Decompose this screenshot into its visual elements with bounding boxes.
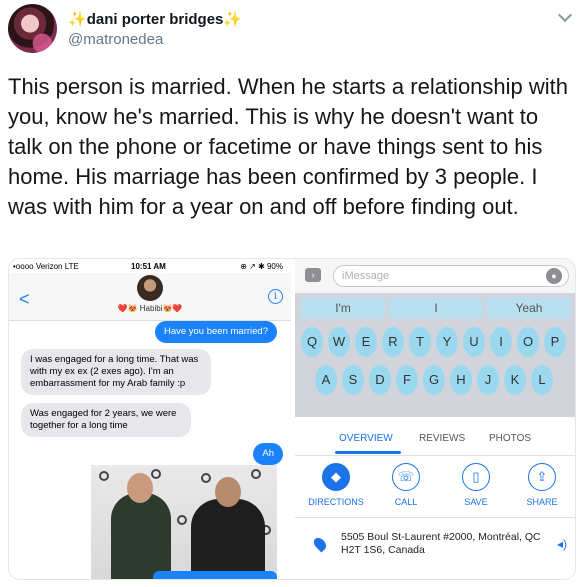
logo-icon — [201, 473, 211, 483]
key: K — [504, 365, 526, 395]
call-label: CALL — [394, 497, 418, 507]
save-action: ▯ SAVE — [441, 463, 511, 507]
directions-icon: ◆ — [322, 463, 350, 491]
tab-overview: OVERVIEW — [339, 433, 393, 444]
message-bubble: Ah — [253, 443, 283, 465]
chevron-down-icon[interactable] — [557, 7, 573, 23]
key: D — [369, 365, 391, 395]
tweet-text: This person is married. When he starts a… — [8, 74, 569, 219]
key: A — [315, 365, 337, 395]
conversation-header: < ❤️😻 Habibi😻❤️ i — [9, 273, 291, 321]
tweet-media[interactable]: •oooo Verizon LTE 10:51 AM ⊕ ↗ ✱ 90% < ❤… — [8, 258, 576, 580]
key: E — [355, 327, 377, 357]
place-tabs: OVERVIEW REVIEWS PHOTOS — [295, 423, 575, 447]
key: I — [490, 327, 512, 357]
logo-icon — [177, 515, 187, 525]
save-label: SAVE — [464, 497, 488, 507]
tab-reviews: REVIEWS — [419, 433, 466, 444]
info-icon: i — [268, 289, 283, 304]
tab-photos: PHOTOS — [489, 433, 532, 444]
message-input-bar: › iMessage ● — [295, 259, 575, 293]
carrier-label: •oooo Verizon LTE — [13, 262, 79, 271]
sparkle-icon: ✨ — [68, 11, 87, 28]
directions-action: ◆ DIRECTIONS — [301, 463, 371, 507]
person-right — [191, 477, 265, 579]
suggestion: I — [389, 297, 483, 319]
contact-avatar — [137, 275, 163, 301]
key: W — [328, 327, 350, 357]
phone-icon: ☏ — [392, 463, 420, 491]
contact-name: ❤️😻 Habibi😻❤️ — [117, 304, 183, 313]
active-tab-indicator — [335, 451, 401, 454]
keyboard: › iMessage ● I'm I Yeah Q W E R T Y U I … — [295, 259, 575, 417]
message-bubble-partial — [153, 571, 277, 579]
sparkle-icon: ✨ — [223, 11, 243, 28]
place-address: 5505 Boul St-Laurent #2000, Montréal, QC… — [341, 531, 541, 556]
user-handle[interactable]: @matronedea — [68, 31, 163, 48]
microphone-icon: ● — [546, 268, 562, 284]
divider — [295, 455, 575, 456]
user-avatar[interactable] — [8, 4, 57, 53]
suggestion: Yeah — [487, 297, 571, 319]
key: U — [463, 327, 485, 357]
logo-icon — [99, 471, 109, 481]
keyboard-maps-screenshot[interactable]: › iMessage ● I'm I Yeah Q W E R T Y U I … — [295, 259, 575, 579]
speaker-icon: ◂) — [556, 537, 567, 551]
message-bubble: I was engaged for a long time. That was … — [21, 349, 211, 395]
key: O — [517, 327, 539, 357]
message-bubble: Have you been married? — [154, 321, 277, 343]
status-time: 10:51 AM — [131, 262, 166, 271]
key: P — [544, 327, 566, 357]
status-bar: •oooo Verizon LTE 10:51 AM ⊕ ↗ ✱ 90% — [9, 259, 291, 273]
maps-place-panel: OVERVIEW REVIEWS PHOTOS ◆ DIRECTIONS ☏ C… — [295, 417, 575, 579]
key: F — [396, 365, 418, 395]
divider — [295, 517, 575, 518]
key: S — [342, 365, 364, 395]
logo-icon — [151, 469, 161, 479]
key: Q — [301, 327, 323, 357]
apps-arrow-icon: › — [305, 268, 321, 282]
directions-label: DIRECTIONS — [308, 497, 364, 507]
key: Y — [436, 327, 458, 357]
key: G — [423, 365, 445, 395]
bookmark-icon: ▯ — [462, 463, 490, 491]
imessage-input: iMessage ● — [333, 265, 569, 287]
logo-icon — [251, 469, 261, 479]
display-name[interactable]: ✨dani porter bridges✨ — [68, 10, 242, 28]
suggestion: I'm — [301, 297, 385, 319]
key: J — [477, 365, 499, 395]
share-label: SHARE — [526, 497, 558, 507]
share-action: ⇪ SHARE — [507, 463, 575, 507]
share-icon: ⇪ — [528, 463, 556, 491]
key: H — [450, 365, 472, 395]
key: R — [382, 327, 404, 357]
message-bubble: Was engaged for 2 years, we were togethe… — [21, 403, 191, 437]
person-left — [111, 473, 171, 579]
key: L — [531, 365, 553, 395]
shared-photo — [91, 465, 277, 579]
call-action: ☏ CALL — [371, 463, 441, 507]
battery-status: ⊕ ↗ ✱ 90% — [240, 262, 283, 271]
messages-screenshot[interactable]: •oooo Verizon LTE 10:51 AM ⊕ ↗ ✱ 90% < ❤… — [9, 259, 291, 579]
location-pin-icon — [311, 535, 329, 553]
input-placeholder: iMessage — [342, 270, 390, 282]
key: T — [409, 327, 431, 357]
display-name-text[interactable]: dani porter bridges — [87, 11, 224, 28]
